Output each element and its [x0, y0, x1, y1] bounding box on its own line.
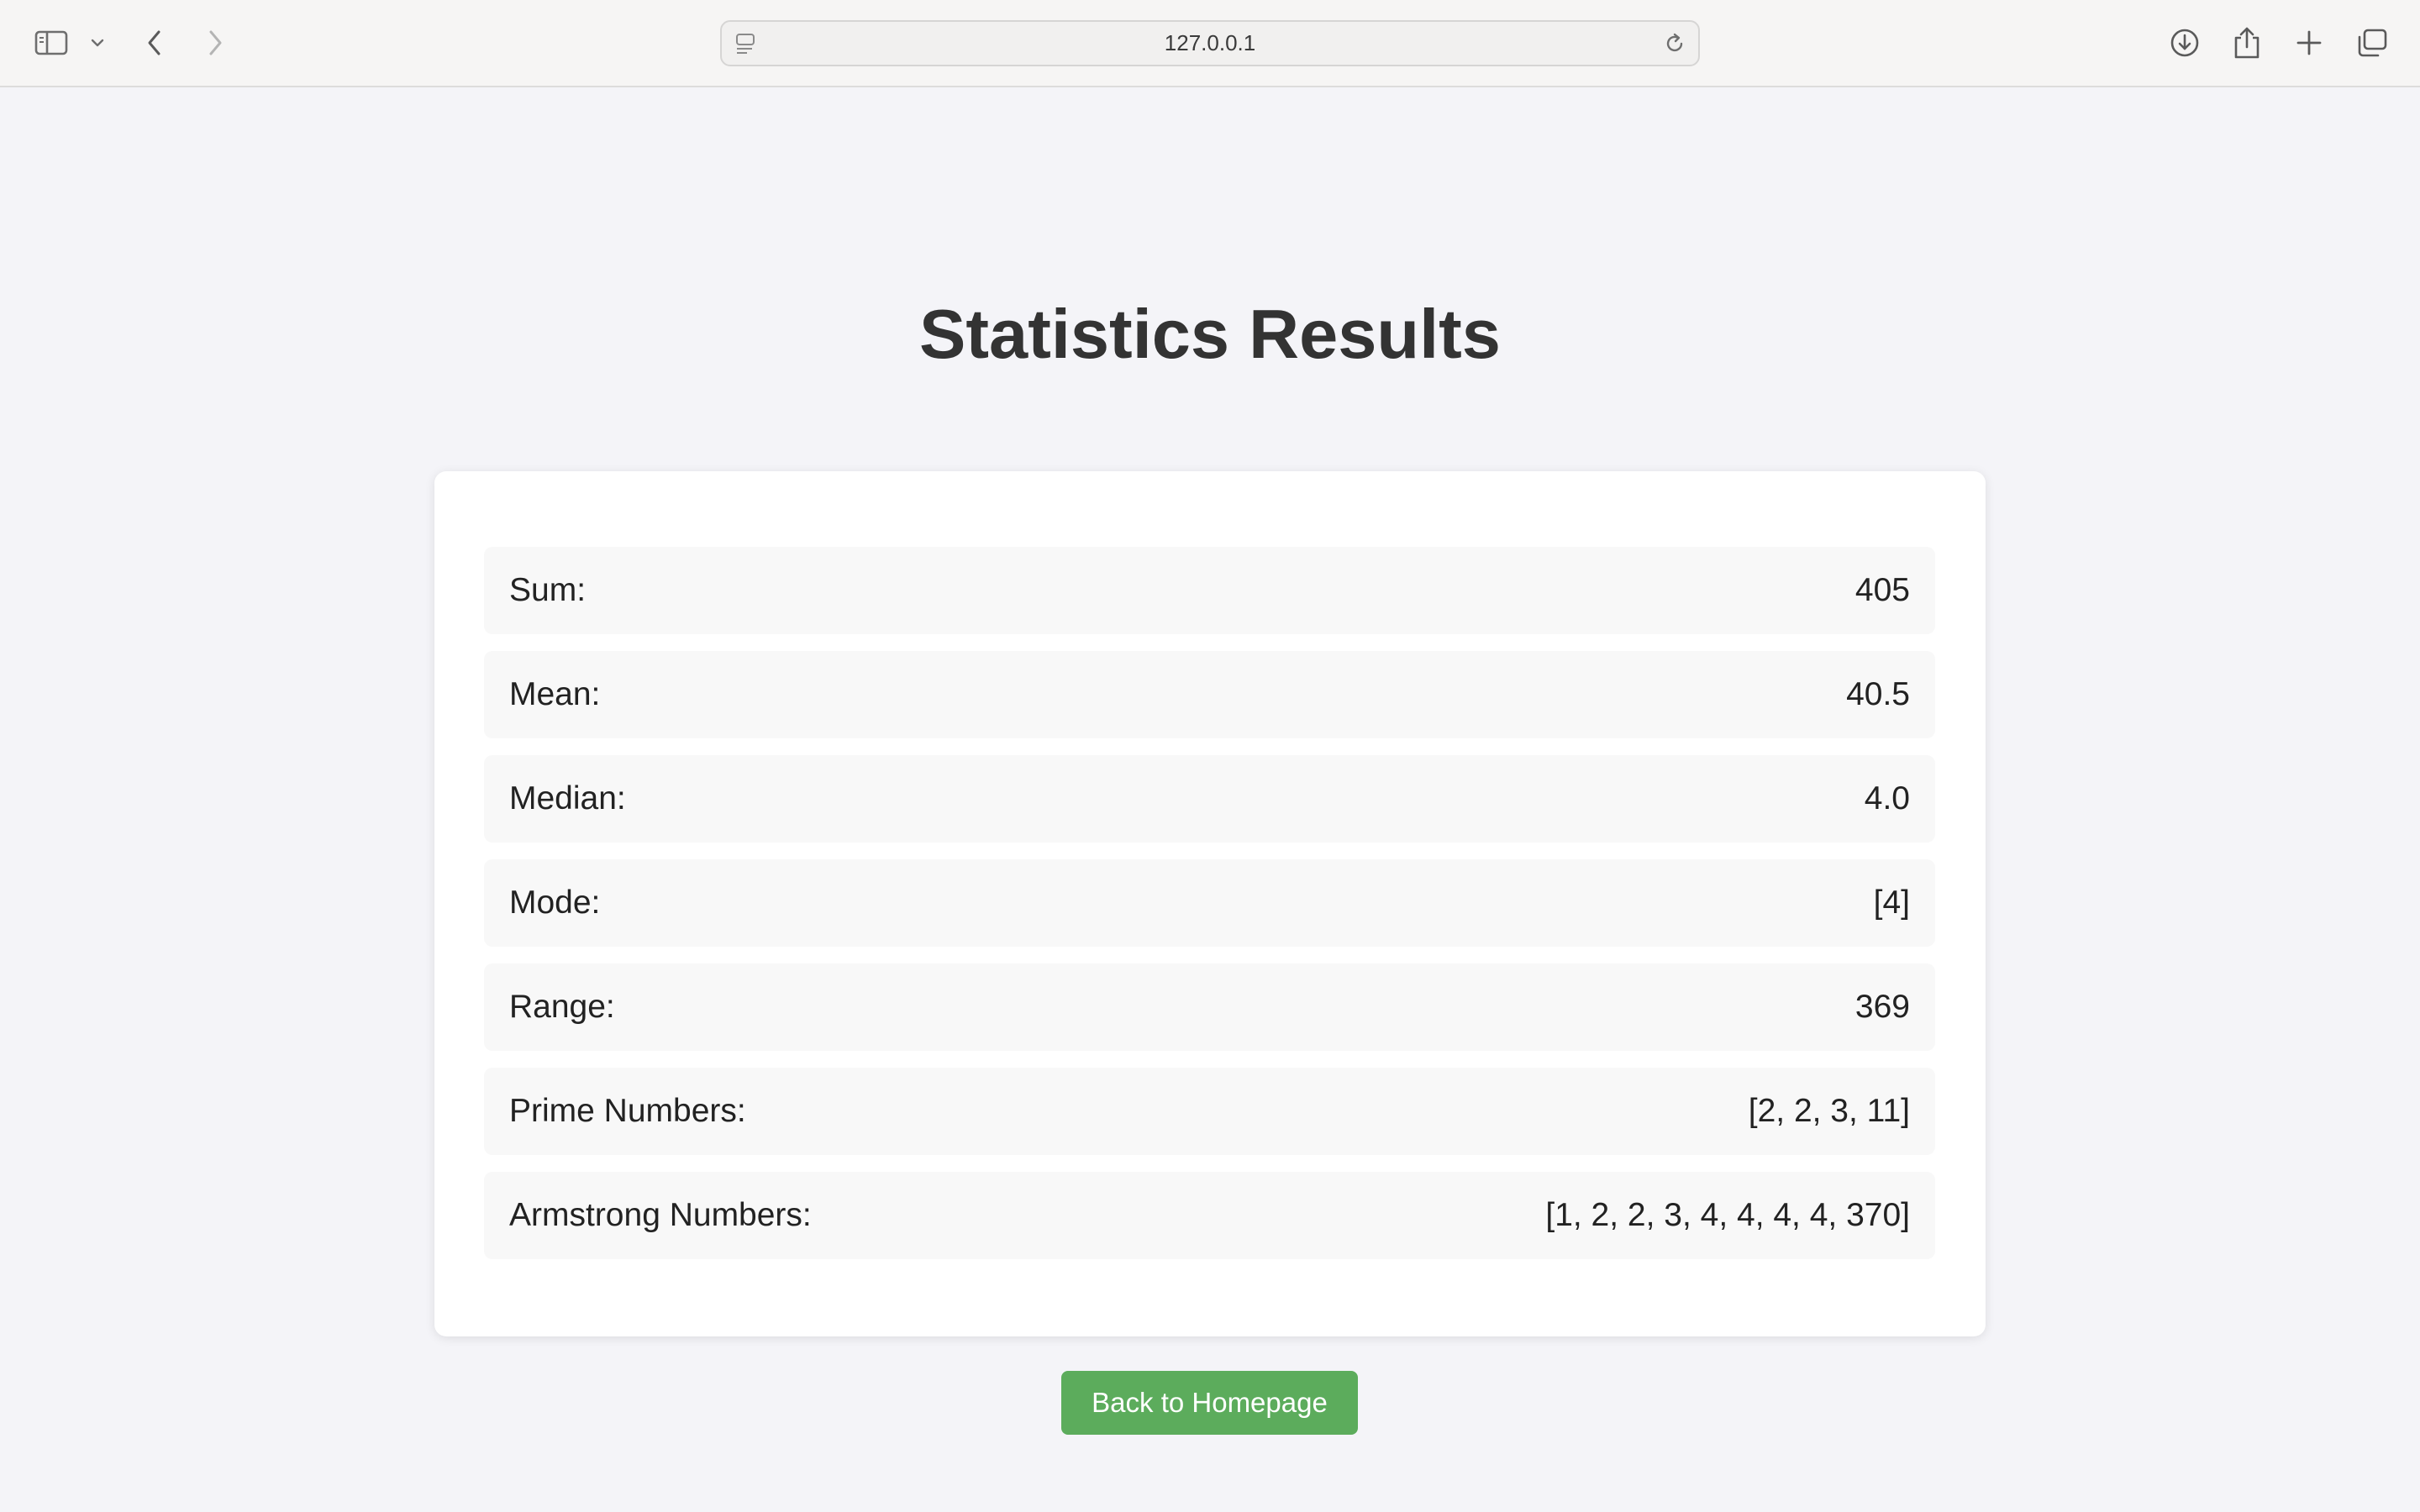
stat-row-armstrong-numbers: Armstrong Numbers: [1, 2, 2, 3, 4, 4, 4,… [484, 1172, 1935, 1259]
tab-overview-button[interactable] [2354, 18, 2390, 67]
stat-row-sum: Sum: 405 [484, 547, 1935, 634]
stat-label: Mean: [509, 676, 601, 712]
stat-row-mode: Mode: [4] [484, 859, 1935, 947]
stat-value: 405 [1854, 572, 1910, 608]
sidebar-menu-button[interactable] [87, 18, 108, 67]
stat-row-mean: Mean: 40.5 [484, 651, 1935, 738]
back-to-homepage-button[interactable]: Back to Homepage [1061, 1371, 1358, 1435]
address-bar[interactable]: 127.0.0.1 [720, 20, 1700, 66]
chevron-right-icon [205, 29, 225, 57]
download-icon [2169, 27, 2201, 59]
stat-value: [4] [1873, 885, 1910, 921]
new-tab-button[interactable] [2292, 18, 2326, 67]
stat-value: [1, 2, 2, 3, 4, 4, 4, 4, 370] [1545, 1197, 1910, 1233]
chevron-down-icon [90, 38, 105, 48]
sidebar-icon [34, 29, 68, 56]
stat-label: Prime Numbers: [509, 1093, 746, 1129]
reload-icon[interactable] [1663, 32, 1686, 60]
stat-label: Mode: [509, 885, 601, 921]
page-title: Statistics Results [919, 295, 1501, 373]
stat-label: Range: [509, 989, 615, 1025]
stat-row-prime-numbers: Prime Numbers: [2, 2, 3, 11] [484, 1068, 1935, 1155]
results-card: Sum: 405 Mean: 40.5 Median: 4.0 Mode: [4… [434, 471, 1986, 1336]
share-button[interactable] [2230, 18, 2264, 67]
stat-row-range: Range: 369 [484, 963, 1935, 1051]
stat-label: Armstrong Numbers: [509, 1197, 812, 1233]
plus-icon [2296, 29, 2323, 56]
stat-value: 4.0 [1864, 780, 1910, 816]
chevron-left-icon [145, 29, 165, 57]
stat-label: Sum: [509, 572, 587, 608]
downloads-button[interactable] [2166, 18, 2203, 67]
share-icon [2233, 26, 2261, 60]
tab-overview-icon [2356, 28, 2388, 58]
back-nav-button[interactable] [138, 18, 171, 67]
stat-value: 40.5 [1846, 676, 1910, 712]
address-url: 127.0.0.1 [1164, 30, 1256, 55]
forward-nav-button[interactable] [198, 18, 232, 67]
sidebar-toggle-button[interactable] [30, 18, 72, 67]
browser-toolbar: 127.0.0.1 [0, 0, 2420, 87]
stat-value: 369 [1854, 989, 1910, 1025]
stat-label: Median: [509, 780, 626, 816]
stat-row-median: Median: 4.0 [484, 755, 1935, 843]
stat-value: [2, 2, 3, 11] [1748, 1093, 1910, 1129]
